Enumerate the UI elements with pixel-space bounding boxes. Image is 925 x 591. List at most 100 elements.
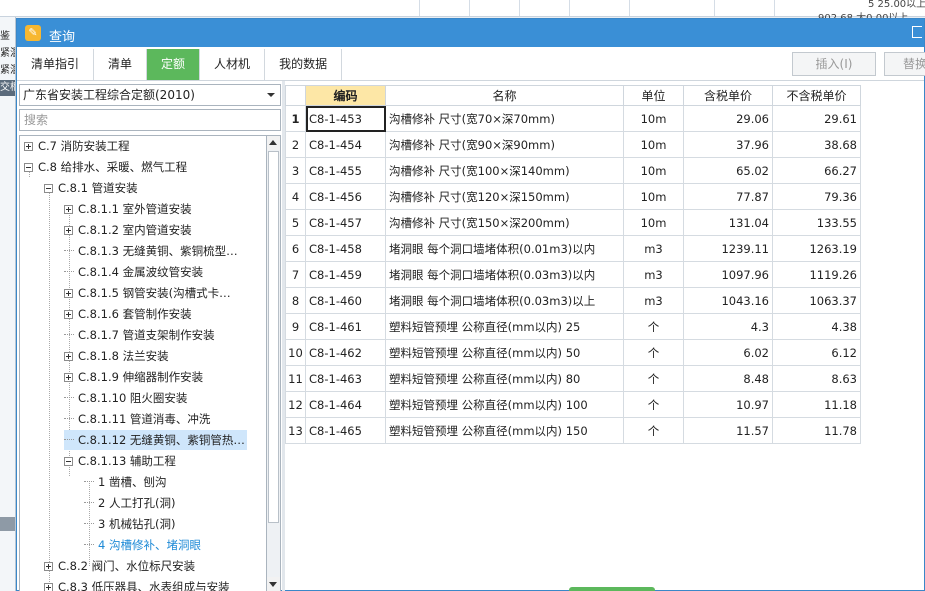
cell-unit[interactable]: 10m [623,209,684,236]
cell-name[interactable]: 沟槽修补 尺寸(宽90×深90mm) [385,131,624,158]
tab-bill-guide[interactable]: 清单指引 [17,49,95,80]
tree-scrollbar[interactable] [266,135,281,591]
expand-icon[interactable] [44,583,53,591]
cell-code[interactable]: C8-1-459 [305,261,386,288]
tab-my-data[interactable]: 我的数据 [265,49,343,80]
cell-code[interactable]: C8-1-461 [305,313,386,340]
table-row[interactable]: 9 C8-1-461 塑料短管预埋 公称直径(mm以内) 25 个 4.3 4.38 [285,313,861,340]
table-row[interactable]: 5 C8-1-457 沟槽修补 尺寸(宽150×深200mm) 10m 131.04 13… [285,209,861,236]
cell-unit[interactable]: m3 [623,235,684,262]
table-row[interactable]: 13 C8-1-465 塑料短管预埋 公称直径(mm以内) 150 个 11.57 11.… [285,417,861,444]
tree-node[interactable]: C.8.1.11 管道消毒、冲洗 [64,409,210,429]
tree-node[interactable]: C.8.1.10 阻火圈安装 [64,388,187,408]
cell-unit[interactable]: 个 [623,365,684,392]
row-number[interactable]: 13 [285,417,306,444]
column-header-name[interactable]: 名称 [385,85,624,106]
table-row[interactable]: 11 C8-1-463 塑料短管预埋 公称直径(mm以内) 80 个 8.48 8.63 [285,365,861,392]
tab-bill[interactable]: 清单 [94,49,148,80]
cell-price-tax[interactable]: 10.97 [683,391,773,418]
cell-price-notax[interactable]: 38.68 [772,131,861,158]
row-number[interactable]: 2 [285,131,306,158]
expand-icon[interactable] [44,562,53,571]
tree-node[interactable]: C.8.1.6 套管制作安装 [64,304,192,324]
cell-code[interactable]: C8-1-463 [305,365,386,392]
cell-unit[interactable]: 个 [623,339,684,366]
cell-price-notax[interactable]: 1119.26 [772,261,861,288]
tree-node[interactable]: C.8.1.4 金属波纹管安装 [64,262,203,282]
cell-name[interactable]: 堵洞眼 每个洞口墙堵体积(0.03m3)以内 [385,261,624,288]
cell-price-notax[interactable]: 29.61 [772,105,861,132]
column-header-price-tax[interactable]: 含税单价 [683,85,773,106]
tree-node[interactable]: C.8 给排水、采暖、燃气工程 [24,157,187,177]
replace-button[interactable]: 替换 [884,52,925,76]
quota-library-select[interactable]: 广东省安装工程综合定额(2010) [19,84,281,106]
tree-node[interactable]: C.8.1.8 法兰安装 [64,346,169,366]
tree-node[interactable]: C.7 消防安装工程 [24,136,130,156]
cell-price-notax[interactable]: 79.36 [772,183,861,210]
cell-code[interactable]: C8-1-457 [305,209,386,236]
expand-icon[interactable] [64,289,73,298]
table-row[interactable]: 7 C8-1-459 堵洞眼 每个洞口墙堵体积(0.03m3)以内 m3 1097.96… [285,261,861,288]
cell-code[interactable]: C8-1-454 [305,131,386,158]
cell-code[interactable]: C8-1-458 [305,235,386,262]
cell-price-tax[interactable]: 1043.16 [683,287,773,314]
row-number[interactable]: 7 [285,261,306,288]
table-row[interactable]: 10 C8-1-462 塑料短管预埋 公称直径(mm以内) 50 个 6.02 6.12 [285,339,861,366]
table-row[interactable]: 2 C8-1-454 沟槽修补 尺寸(宽90×深90mm) 10m 37.96 38.68 [285,131,861,158]
tree-node[interactable]: C.8.1.5 钢管安装(沟槽式卡… [64,283,231,303]
expand-icon[interactable] [64,310,73,319]
cell-name[interactable]: 塑料短管预埋 公称直径(mm以内) 25 [385,313,624,340]
tab-quota[interactable]: 定额 [147,49,201,80]
row-number[interactable]: 10 [285,339,306,366]
row-number[interactable]: 5 [285,209,306,236]
tree-node[interactable]: C.8.1.13 辅助工程 [64,451,176,471]
cell-price-notax[interactable]: 4.38 [772,313,861,340]
tab-labor-material-machine[interactable]: 人材机 [200,49,266,80]
scroll-thumb[interactable] [268,151,279,523]
cell-unit[interactable]: 个 [623,417,684,444]
cell-name[interactable]: 塑料短管预埋 公称直径(mm以内) 80 [385,365,624,392]
cell-price-tax[interactable]: 11.57 [683,417,773,444]
row-number[interactable]: 11 [285,365,306,392]
search-input[interactable] [19,109,281,131]
cell-unit[interactable]: 10m [623,131,684,158]
cell-unit[interactable]: m3 [623,287,684,314]
cell-code[interactable]: C8-1-465 [305,417,386,444]
row-number[interactable]: 12 [285,391,306,418]
expand-icon[interactable] [64,373,73,382]
cell-code[interactable]: C8-1-456 [305,183,386,210]
scroll-up-arrow-icon[interactable] [267,136,280,150]
cell-code[interactable]: C8-1-462 [305,339,386,366]
cell-unit[interactable]: 10m [623,183,684,210]
collapse-icon[interactable] [44,184,53,193]
cell-unit[interactable]: m3 [623,261,684,288]
table-row[interactable]: 1 C8-1-453 沟槽修补 尺寸(宽70×深70mm) 10m 29.06 29.61 [285,105,861,132]
cell-price-tax[interactable]: 65.02 [683,157,773,184]
tree-node[interactable]: C.8.1.7 管道支架制作安装 [64,325,215,345]
cell-price-tax[interactable]: 6.02 [683,339,773,366]
cell-name[interactable]: 堵洞眼 每个洞口墙堵体积(0.01m3)以内 [385,235,624,262]
cell-price-tax[interactable]: 1239.11 [683,235,773,262]
table-row[interactable]: 6 C8-1-458 堵洞眼 每个洞口墙堵体积(0.01m3)以内 m3 1239.11… [285,235,861,262]
tree-node[interactable]: C.8.1.12 无缝黄铜、紫铜管热… [64,430,247,450]
row-number[interactable]: 8 [285,287,306,314]
column-header-unit[interactable]: 单位 [623,85,684,106]
cell-price-tax[interactable]: 29.06 [683,105,773,132]
cell-price-notax[interactable]: 11.18 [772,391,861,418]
row-number[interactable]: 1 [285,105,306,132]
tree-node[interactable]: 1 凿槽、刨沟 [84,472,166,492]
collapse-icon[interactable] [64,457,73,466]
row-number[interactable]: 6 [285,235,306,262]
cell-price-tax[interactable]: 77.87 [683,183,773,210]
tree-node[interactable]: C.8.2 阀门、水位标尺安装 [44,556,195,576]
tree-node[interactable]: C.8.1.3 无缝黄铜、紫铜梳型… [64,241,238,261]
cell-name[interactable]: 塑料短管预埋 公称直径(mm以内) 150 [385,417,624,444]
column-header-code[interactable]: 编码 [305,85,386,106]
cell-unit[interactable]: 个 [623,313,684,340]
cell-name[interactable]: 沟槽修补 尺寸(宽70×深70mm) [385,105,624,132]
cell-price-tax[interactable]: 37.96 [683,131,773,158]
table-row[interactable]: 12 C8-1-464 塑料短管预埋 公称直径(mm以内) 100 个 10.97 11.… [285,391,861,418]
cell-code[interactable]: C8-1-453 [305,105,386,132]
bottom-panel-toggle[interactable] [569,587,655,591]
cell-code[interactable]: C8-1-455 [305,157,386,184]
